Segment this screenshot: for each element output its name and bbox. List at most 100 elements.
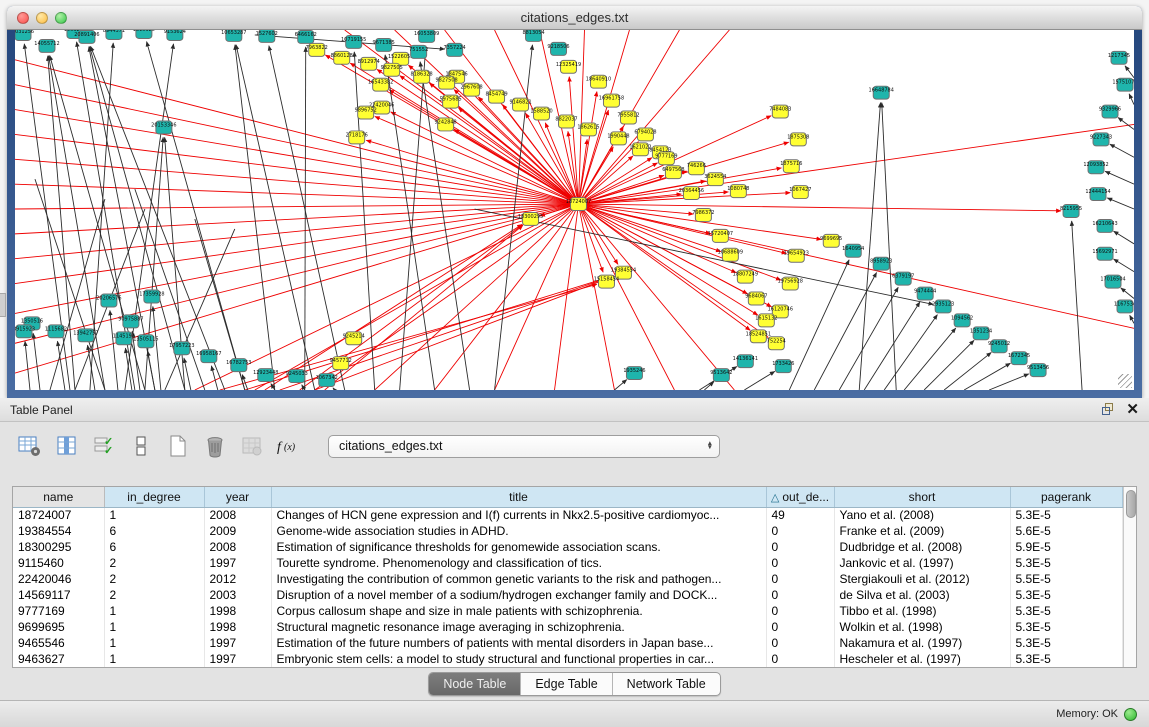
graph-node[interactable]: 1527602 xyxy=(256,30,278,42)
graph-node[interactable]: 9513456 xyxy=(1027,364,1049,377)
column-header-indegree[interactable]: in_degree xyxy=(104,487,204,507)
graph-node[interactable]: 9671385 xyxy=(373,38,395,51)
graph-node[interactable]: 6794028 xyxy=(634,128,656,141)
graph-node[interactable]: 1935246 xyxy=(623,367,645,380)
panel-collapse-nub[interactable] xyxy=(0,293,6,317)
graph-node[interactable]: 1351234 xyxy=(970,327,992,340)
column-header-name[interactable]: name xyxy=(13,487,104,507)
graph-node[interactable]: 12325419 xyxy=(556,60,581,73)
network-canvas[interactable]: 1872400718300295193845541515845479638228… xyxy=(15,30,1134,390)
graph-node[interactable]: 13505115 xyxy=(133,335,158,348)
graph-node[interactable]: 8813054 xyxy=(522,30,544,41)
graph-node[interactable]: 9457712 xyxy=(330,357,352,370)
graph-node[interactable]: 20206576 xyxy=(96,294,121,307)
column-header-outde[interactable]: △out_de... xyxy=(766,487,834,507)
tab-edge-table[interactable]: Edge Table xyxy=(521,673,612,695)
window-titlebar[interactable]: citations_edges.txt xyxy=(7,6,1142,30)
graph-node[interactable]: 9242848 xyxy=(435,118,457,131)
graph-node[interactable]: 9827508 xyxy=(436,76,458,89)
float-panel-icon[interactable] xyxy=(1102,403,1116,416)
graph-node[interactable]: 1167534 xyxy=(1114,300,1134,313)
graph-node[interactable]: 8860128 xyxy=(331,51,353,64)
graph-node[interactable]: 8454749 xyxy=(485,90,507,103)
table-row[interactable]: 1456911722003Disruption of a novel membe… xyxy=(13,587,1122,603)
table-row[interactable]: 2242004622012Investigating the contribut… xyxy=(13,571,1122,587)
graph-node[interactable]: 9245033 xyxy=(286,370,308,383)
graph-node[interactable]: 1217345 xyxy=(1108,51,1130,64)
graph-node[interactable]: 20891406 xyxy=(74,30,99,43)
graph-node[interactable]: 8186328 xyxy=(411,70,433,83)
graph-node[interactable]: 1080748 xyxy=(727,185,749,198)
graph-node[interactable]: 10688609 xyxy=(718,248,743,261)
column-header-year[interactable]: year xyxy=(204,487,271,507)
graph-node[interactable]: 7357224 xyxy=(444,43,466,56)
graph-node[interactable]: 16053809 xyxy=(414,30,439,42)
function-builder-button[interactable]: f(x) xyxy=(275,432,303,460)
graph-node[interactable]: 1815325 xyxy=(133,30,155,38)
graph-node[interactable]: 1990448 xyxy=(607,132,629,145)
table-row[interactable]: 1938455462009Genome-wide association stu… xyxy=(13,523,1122,539)
graph-node[interactable]: 15751074 xyxy=(1112,78,1134,91)
graph-node[interactable]: 12093852 xyxy=(1083,161,1108,174)
graph-node[interactable]: 17957223 xyxy=(169,342,194,355)
graph-node[interactable]: 1588520 xyxy=(530,107,552,120)
graph-node[interactable]: 12444154 xyxy=(1085,188,1110,201)
graph-node[interactable]: 6379197 xyxy=(892,272,914,285)
table-row[interactable]: 969969511998Structural magnetic resonanc… xyxy=(13,619,1122,635)
graph-node[interactable]: 9896752 xyxy=(355,106,377,119)
graph-node[interactable]: 10719155 xyxy=(341,35,366,48)
graph-node[interactable]: 9245012 xyxy=(988,340,1010,353)
graph-node[interactable]: 1094562 xyxy=(951,314,973,327)
graph-node[interactable]: 90975887 xyxy=(118,315,143,328)
graph-node[interactable]: 1672345 xyxy=(1008,352,1030,365)
graph-node[interactable]: 1615132 xyxy=(755,314,777,327)
graph-node[interactable]: 19654923 xyxy=(784,249,809,262)
graph-node[interactable]: 17359928 xyxy=(139,290,164,303)
canvas-resize-grip[interactable] xyxy=(1118,374,1132,388)
graph-node[interactable]: 9153624 xyxy=(164,30,186,40)
table-row[interactable]: 1872400712008Changes of HCN gene express… xyxy=(13,507,1122,523)
graph-node[interactable]: 1621022 xyxy=(629,143,651,156)
column-header-short[interactable]: short xyxy=(834,487,1010,507)
tab-node-table[interactable]: Node Table xyxy=(429,673,521,695)
table-row[interactable]: 977716911998Corpus callosum shape and si… xyxy=(13,603,1122,619)
tab-network-table[interactable]: Network Table xyxy=(613,673,720,695)
delete-table-button[interactable] xyxy=(238,432,266,460)
graph-node[interactable]: 752254 xyxy=(767,337,786,350)
graph-node[interactable]: 15720407 xyxy=(708,229,733,242)
graph-node[interactable]: 1145194 xyxy=(113,332,135,345)
graph-node[interactable]: 1115682 xyxy=(45,325,67,338)
graph-node[interactable]: 17016504 xyxy=(1100,275,1125,288)
graph-node[interactable]: 7986372 xyxy=(692,209,714,222)
zoom-window-button[interactable] xyxy=(55,12,67,24)
column-header-title[interactable]: title xyxy=(271,487,766,507)
graph-node[interactable]: 9827505 xyxy=(381,63,403,76)
select-rows-button[interactable]: ✓✓ xyxy=(90,432,118,460)
graph-node[interactable]: 14136141 xyxy=(733,355,758,368)
graph-node[interactable]: 15158454 xyxy=(594,275,619,288)
table-row[interactable]: 946554611997Estimation of the future num… xyxy=(13,635,1122,651)
graph-node[interactable]: 16961758 xyxy=(599,94,624,107)
graph-node[interactable]: 9329966 xyxy=(1099,105,1121,118)
show-columns-button[interactable] xyxy=(53,432,81,460)
graph-node[interactable]: 7963822 xyxy=(306,43,328,56)
graph-node[interactable]: 1875716 xyxy=(780,160,802,173)
graph-node[interactable]: 751552 xyxy=(409,45,428,58)
graph-node[interactable]: 9227343 xyxy=(1090,133,1112,146)
graph-node[interactable]: 2031256 xyxy=(15,30,34,40)
graph-node[interactable]: 8822037 xyxy=(555,115,577,128)
graph-node[interactable]: 10653287 xyxy=(221,30,246,41)
graph-node[interactable]: 9218506 xyxy=(547,42,569,55)
table-scrollbar[interactable] xyxy=(1123,487,1137,667)
graph-node[interactable]: 1067342 xyxy=(316,374,338,387)
graph-node[interactable]: 8912974 xyxy=(358,57,380,70)
close-window-button[interactable] xyxy=(17,12,29,24)
graph-node[interactable]: 9777169 xyxy=(655,152,677,165)
graph-node[interactable]: 1067427 xyxy=(789,186,811,199)
graph-node[interactable]: 18640910 xyxy=(586,75,611,88)
graph-node[interactable]: 1640954 xyxy=(842,244,864,257)
graph-node[interactable]: 1733426 xyxy=(772,360,794,373)
graph-node[interactable]: 2967608 xyxy=(460,83,482,96)
graph-node[interactable]: 18807249 xyxy=(733,270,758,283)
graph-node[interactable]: 8944371 xyxy=(103,30,125,39)
